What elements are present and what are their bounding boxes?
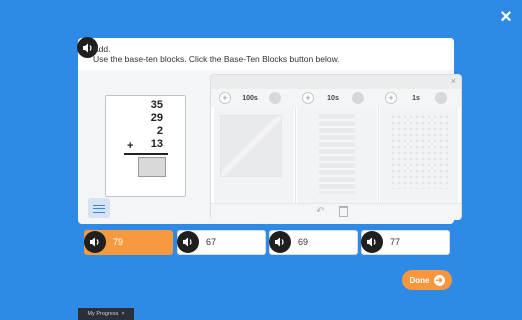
tool-footer: ↶	[211, 203, 461, 220]
ones-label: 1s	[412, 94, 420, 102]
instruction-title: Add.	[93, 44, 111, 54]
base-ten-blocks-button[interactable]	[88, 198, 110, 218]
choice-value: 77	[390, 237, 401, 247]
answer-choice-3[interactable]: 69	[269, 230, 358, 255]
my-progress-tab[interactable]: My Progress ×	[78, 308, 134, 320]
choice-value: 69	[298, 237, 309, 247]
hundreds-control: + 100s	[219, 92, 281, 104]
answer-choice-1[interactable]: 79	[84, 230, 173, 255]
speaker-icon[interactable]	[269, 231, 291, 253]
tens-label: 10s	[327, 94, 339, 102]
addend-4: 13	[150, 138, 163, 150]
arrow-right-icon: ➜	[433, 274, 445, 286]
hundreds-label: 100s	[242, 94, 258, 102]
base-ten-blocks-window: × + 100s + 10s + 1s ↶	[211, 75, 461, 220]
divider	[378, 107, 379, 203]
ones-control: + 1s	[385, 92, 447, 104]
addend-2: 29	[150, 112, 163, 124]
hundred-block-placeholder	[220, 115, 282, 177]
progress-label: My Progress	[87, 311, 119, 317]
addend-3: 2	[156, 125, 163, 137]
answer-box[interactable]	[138, 157, 166, 177]
addition-problem: 35 29 2 + 13	[105, 95, 186, 197]
remove-ten-button[interactable]	[352, 92, 364, 104]
answer-choice-2[interactable]: 67	[177, 230, 266, 255]
tens-control: + 10s	[302, 92, 364, 104]
choice-value: 67	[206, 237, 217, 247]
hundreds-workspace[interactable]	[214, 107, 294, 203]
speaker-icon[interactable]	[361, 231, 383, 253]
choice-value: 79	[113, 237, 124, 247]
divider	[295, 107, 296, 203]
undo-icon[interactable]: ↶	[316, 206, 324, 217]
close-icon[interactable]: ×	[121, 311, 124, 317]
addend-1: 35	[150, 99, 163, 111]
sum-line	[124, 153, 168, 155]
answer-choice-4[interactable]: 77	[361, 230, 450, 255]
question-panel: Add. Use the base-ten blocks. Click the …	[77, 37, 461, 224]
done-label: Done	[409, 275, 430, 285]
tens-workspace[interactable]	[297, 107, 377, 203]
trash-icon[interactable]	[339, 206, 348, 217]
plus-sign: +	[127, 140, 134, 152]
ones-workspace[interactable]	[380, 107, 458, 203]
add-one-button[interactable]: +	[385, 92, 397, 104]
close-icon[interactable]: ×	[497, 7, 515, 27]
remove-hundred-button[interactable]	[269, 92, 281, 104]
block-controls: + 100s + 10s + 1s	[211, 89, 461, 107]
done-button[interactable]: Done ➜	[402, 270, 452, 290]
speaker-icon[interactable]	[84, 231, 106, 253]
instructions: Add. Use the base-ten blocks. Click the …	[93, 44, 340, 64]
speaker-icon[interactable]	[177, 231, 199, 253]
ones-placeholder	[390, 114, 450, 189]
instruction-bar: Add. Use the base-ten blocks. Click the …	[77, 37, 454, 70]
add-ten-button[interactable]: +	[302, 92, 314, 104]
add-hundred-button[interactable]: +	[219, 92, 231, 104]
window-header: ×	[211, 75, 461, 89]
instruction-text: Use the base-ten blocks. Click the Base-…	[93, 54, 340, 64]
close-window-icon[interactable]: ×	[451, 76, 456, 86]
base-ten-icon	[93, 205, 105, 213]
ten-rods-placeholder	[319, 114, 355, 194]
remove-one-button[interactable]	[435, 92, 447, 104]
